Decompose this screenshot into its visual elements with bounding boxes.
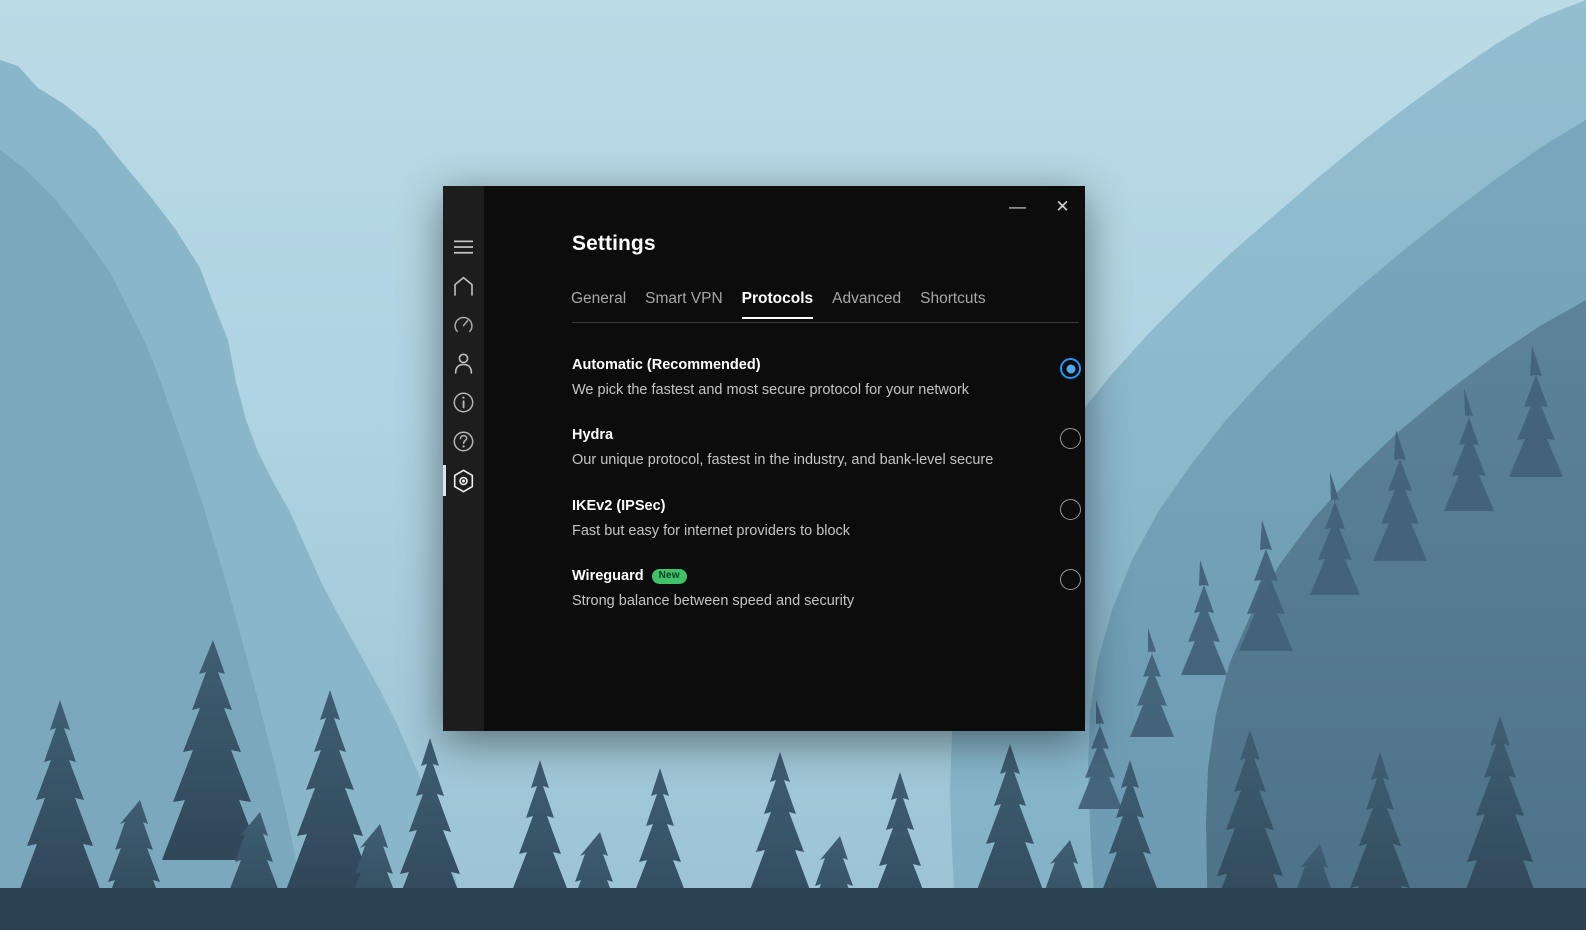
tab-divider — [572, 322, 1079, 323]
new-badge: New — [651, 569, 687, 584]
sidebar-item-account[interactable] — [443, 344, 484, 383]
minimize-icon: — — [1009, 197, 1026, 216]
sidebar-item-settings[interactable] — [443, 461, 484, 500]
hex-gear-icon — [452, 469, 475, 493]
sidebar-item-info[interactable] — [443, 383, 484, 422]
info-circle-icon — [453, 392, 474, 413]
protocol-name-label: IKEv2 (IPSec) — [572, 497, 666, 514]
protocol-text: IKEv2 (IPSec) Fast but easy for internet… — [572, 497, 1060, 541]
protocol-name-label: Automatic (Recommended) — [572, 357, 761, 373]
close-icon: ✕ — [1055, 197, 1070, 216]
home-icon — [453, 276, 474, 296]
protocol-name: Automatic (Recommended) — [572, 356, 1044, 375]
protocol-name-label: Hydra — [572, 427, 614, 444]
tab-protocols[interactable]: Protocols — [741, 290, 814, 319]
desktop-wallpaper: — ✕ Settings General Smart VPN Protocols… — [0, 0, 1586, 930]
tab-advanced[interactable]: Advanced — [832, 290, 901, 319]
protocol-option-wireguard[interactable]: Wireguard New Strong balance between spe… — [572, 567, 1081, 611]
vpn-settings-window: — ✕ Settings General Smart VPN Protocols… — [443, 186, 1085, 731]
protocol-radio-wireguard[interactable] — [1060, 569, 1081, 591]
tab-general[interactable]: General — [571, 290, 626, 319]
close-button[interactable]: ✕ — [1040, 190, 1085, 224]
speedometer-icon — [453, 314, 474, 335]
protocol-option-automatic[interactable]: Automatic (Recommended) We pick the fast… — [572, 356, 1081, 400]
page-title: Settings — [572, 232, 656, 255]
protocol-description: Strong balance between speed and securit… — [572, 593, 855, 610]
settings-tabs: General Smart VPN Protocols Advanced Sho… — [571, 290, 986, 319]
protocol-option-hydra[interactable]: Hydra Our unique protocol, fastest in th… — [572, 426, 1081, 470]
tab-shortcuts[interactable]: Shortcuts — [920, 290, 985, 319]
window-controls: — ✕ — [995, 186, 1085, 227]
protocol-name: Hydra — [572, 426, 1044, 445]
protocol-name-label: Wireguard — [572, 568, 644, 585]
protocol-radio-automatic[interactable] — [1060, 358, 1081, 379]
question-circle-icon — [453, 431, 474, 452]
minimize-button[interactable]: — — [995, 190, 1040, 224]
sidebar-item-menu[interactable] — [443, 227, 484, 266]
sidebar-item-speed[interactable] — [443, 305, 484, 344]
protocol-radio-hydra[interactable] — [1060, 428, 1081, 450]
protocol-description: Fast but easy for internet providers to … — [572, 522, 851, 539]
protocol-text: Hydra Our unique protocol, fastest in th… — [572, 426, 1060, 470]
protocol-description: Our unique protocol, fastest in the indu… — [572, 452, 994, 469]
person-icon — [454, 353, 473, 374]
settings-panel: — ✕ Settings General Smart VPN Protocols… — [484, 186, 1085, 731]
protocol-name: IKEv2 (IPSec) — [572, 497, 1044, 516]
protocol-option-ikev2[interactable]: IKEv2 (IPSec) Fast but easy for internet… — [572, 497, 1081, 541]
protocol-radio-ikev2[interactable] — [1060, 498, 1081, 520]
sidebar-item-help[interactable] — [443, 422, 484, 461]
protocol-name: Wireguard New — [572, 567, 1044, 586]
app-sidebar — [443, 186, 484, 731]
tab-smart-vpn[interactable]: Smart VPN — [645, 290, 723, 319]
sidebar-item-home[interactable] — [443, 266, 484, 305]
hamburger-menu-icon — [454, 240, 473, 254]
protocol-option-list: Automatic (Recommended) We pick the fast… — [572, 356, 1081, 638]
protocol-description: We pick the fastest and most secure prot… — [572, 381, 970, 398]
protocol-text: Automatic (Recommended) We pick the fast… — [572, 356, 1060, 400]
protocol-text: Wireguard New Strong balance between spe… — [572, 567, 1060, 611]
